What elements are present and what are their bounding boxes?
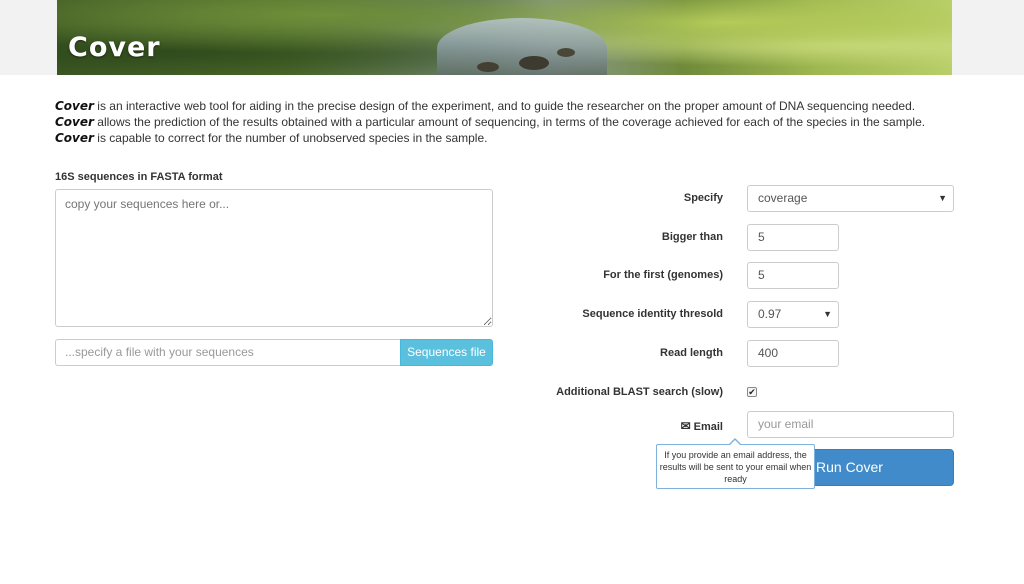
specify-value: coverage bbox=[758, 191, 808, 205]
email-input[interactable]: your email bbox=[747, 411, 954, 438]
bigger-than-label: Bigger than bbox=[661, 231, 723, 243]
header-banner-image: Cover bbox=[57, 0, 952, 75]
tooltip-arrow-inner bbox=[730, 440, 740, 445]
banner-rock bbox=[477, 62, 499, 72]
first-genomes-input[interactable]: 5 bbox=[747, 262, 839, 289]
description-text: allows the prediction of the results obt… bbox=[93, 115, 926, 129]
specify-select[interactable]: coverage ▼ bbox=[747, 185, 954, 212]
email-label-text: Email bbox=[693, 421, 723, 433]
checkmark-icon: ✔ bbox=[748, 387, 756, 397]
specify-label: Specify bbox=[683, 192, 723, 204]
description-text: is an interactive web tool for aiding in… bbox=[93, 99, 916, 113]
brand-name: Cover bbox=[55, 131, 94, 145]
app-description: Cover is an interactive web tool for aid… bbox=[55, 98, 955, 146]
identity-threshold-value: 0.97 bbox=[758, 307, 782, 321]
identity-threshold-label: Sequence identity thresold bbox=[582, 308, 723, 320]
dropdown-caret-icon: ▼ bbox=[938, 193, 947, 203]
blast-checkbox[interactable]: ✔ bbox=[747, 387, 757, 397]
identity-threshold-select[interactable]: 0.97 ▼ bbox=[747, 301, 839, 328]
email-placeholder: your email bbox=[758, 417, 814, 431]
sequences-textarea[interactable] bbox=[55, 189, 493, 327]
email-tooltip: If you provide an email address, the res… bbox=[656, 444, 815, 489]
read-length-input[interactable]: 400 bbox=[747, 340, 839, 367]
sequences-label: 16S sequences in FASTA format bbox=[55, 171, 223, 183]
description-text: is capable to correct for the number of … bbox=[93, 131, 488, 145]
envelope-icon: ✉ bbox=[680, 419, 691, 433]
brand-name: Cover bbox=[55, 115, 94, 129]
app-title: Cover bbox=[68, 32, 161, 63]
brand-name: Cover bbox=[55, 99, 94, 113]
read-length-label: Read length bbox=[660, 347, 723, 359]
first-genomes-label: For the first (genomes) bbox=[603, 269, 723, 281]
email-label: ✉ Email bbox=[423, 419, 723, 433]
blast-label: Additional BLAST search (slow) bbox=[556, 386, 723, 398]
banner-rock bbox=[557, 48, 575, 57]
bigger-than-input[interactable]: 5 bbox=[747, 224, 839, 251]
sequences-file-input[interactable]: ...specify a file with your sequences bbox=[55, 339, 401, 366]
banner-rock bbox=[519, 56, 549, 70]
dropdown-caret-icon: ▼ bbox=[823, 309, 832, 319]
